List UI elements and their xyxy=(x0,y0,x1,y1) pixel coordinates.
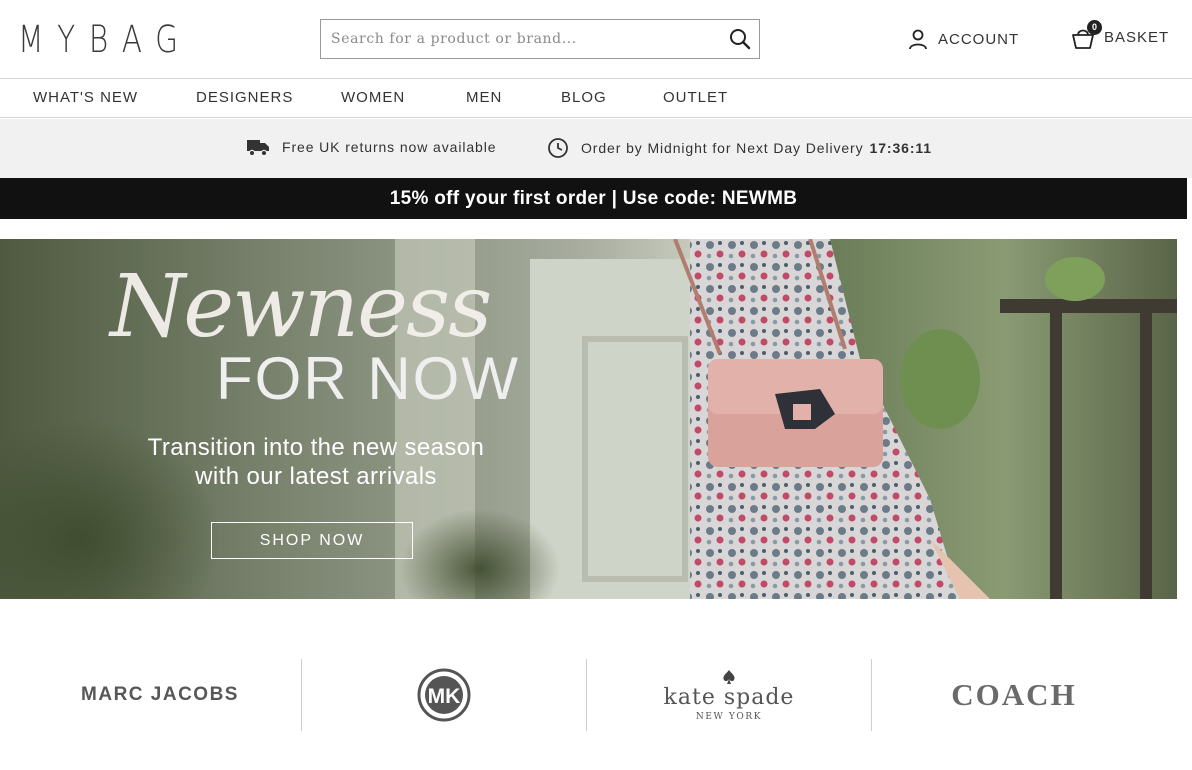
coach-logo: COACH xyxy=(951,677,1077,712)
delivery-countdown: 17:36:11 xyxy=(869,140,932,156)
basket-icon-wrap: 0 xyxy=(1070,20,1102,52)
site-header: MYBAG ACCOUNT 0 BASKET xyxy=(0,0,1192,79)
hero-script-title: Newness xyxy=(110,257,492,357)
account-label: ACCOUNT xyxy=(938,30,1020,48)
hero-subtitle: Transition into the new season with our … xyxy=(130,433,502,491)
delivery-text: Order by Midnight for Next Day Delivery xyxy=(581,140,864,156)
shop-now-button[interactable]: SHOP NOW xyxy=(211,522,413,559)
kate-spade-city: NEW YORK xyxy=(695,711,763,722)
account-link[interactable]: ACCOUNT xyxy=(906,26,1019,52)
marc-jacobs-logo: MARC JACOBS xyxy=(81,684,239,705)
nav-item-women[interactable]: WOMEN xyxy=(341,89,405,106)
michael-kors-monogram: MK xyxy=(428,685,461,708)
site-logo[interactable]: MYBAG xyxy=(18,21,192,58)
nav-item-blog[interactable]: BLOG xyxy=(561,89,607,106)
search-icon xyxy=(730,29,751,50)
brand-marc-jacobs[interactable]: MARC JACOBS xyxy=(18,659,302,731)
basket-label: BASKET xyxy=(1104,28,1170,46)
main-nav: WHAT'S NEW DESIGNERS WOMEN MEN BLOG OUTL… xyxy=(0,80,1192,118)
brand-kate-spade[interactable]: kate spade NEW YORK xyxy=(587,659,871,731)
michael-kors-logo: MK xyxy=(417,668,471,722)
basket-link[interactable]: 0 BASKET xyxy=(1070,20,1170,52)
clock-icon xyxy=(548,138,568,158)
search-button[interactable] xyxy=(727,26,753,52)
hero-subtitle-line-1: Transition into the new season xyxy=(147,434,485,461)
hero-subtitle-line-2: with our latest arrivals xyxy=(195,463,437,490)
nav-item-designers[interactable]: DESIGNERS xyxy=(196,89,293,106)
account-icon xyxy=(909,29,927,50)
hero-title: FOR NOW xyxy=(216,345,520,412)
returns-text: Free UK returns now available xyxy=(282,139,497,155)
brand-coach[interactable]: COACH xyxy=(872,659,1156,731)
spade-icon xyxy=(723,669,735,684)
search-bar xyxy=(320,19,760,59)
info-bar: Free UK returns now available Order by M… xyxy=(0,119,1192,178)
promo-banner[interactable]: 15% off your first order | Use code: NEW… xyxy=(0,178,1187,219)
nav-item-outlet[interactable]: OUTLET xyxy=(663,89,728,106)
returns-info[interactable]: Free UK returns now available xyxy=(246,137,496,157)
delivery-truck-icon xyxy=(247,140,269,157)
delivery-info[interactable]: Order by Midnight for Next Day Delivery … xyxy=(547,137,932,159)
nav-item-men[interactable]: MEN xyxy=(466,89,502,106)
nav-item-whats-new[interactable]: WHAT'S NEW xyxy=(33,89,138,106)
brand-michael-kors[interactable]: MK xyxy=(302,659,586,731)
hero-banner[interactable]: Newness FOR NOW Transition into the new … xyxy=(0,239,1177,599)
brand-strip: MARC JACOBS MK kate spade NEW YORK COACH xyxy=(0,659,1192,731)
kate-spade-name: kate spade xyxy=(663,684,795,710)
kate-spade-logo: kate spade NEW YORK xyxy=(664,669,795,722)
basket-count-badge: 0 xyxy=(1087,20,1102,35)
search-input[interactable] xyxy=(321,20,717,58)
